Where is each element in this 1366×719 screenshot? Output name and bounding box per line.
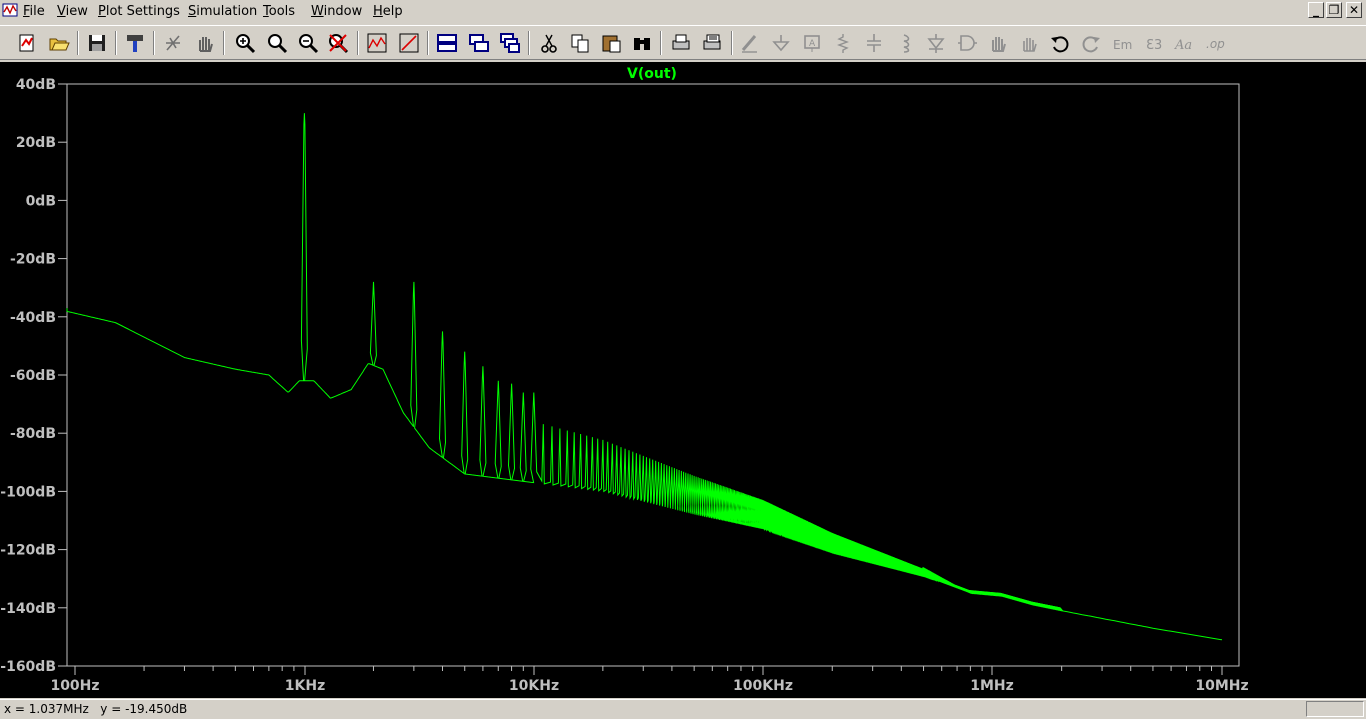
save-icon[interactable] — [84, 30, 110, 56]
zoom-out-icon[interactable] — [264, 30, 290, 56]
component-icon[interactable] — [954, 30, 980, 56]
toolbar-separator — [731, 31, 733, 55]
svg-text:Em: Em — [1113, 38, 1132, 52]
paste-icon[interactable] — [598, 30, 624, 56]
redo-icon[interactable] — [1078, 30, 1104, 56]
copy-icon[interactable] — [567, 30, 593, 56]
toolbar-separator — [77, 31, 79, 55]
x-tick-label: 10KHz — [509, 678, 559, 694]
waveform-plot-pane[interactable]: V(out) 40dB 20dB 0dB -20dB -40dB -60dB -80dB -1… — [0, 62, 1366, 698]
tile-horizontal-icon[interactable] — [434, 30, 460, 56]
toolbar-separator — [223, 31, 225, 55]
menu-plot-settings[interactable]: Plot Settings — [98, 4, 180, 20]
menu-help[interactable]: Help — [373, 4, 403, 20]
text-icon[interactable]: Aa — [1171, 30, 1197, 56]
trace-label[interactable]: V(out) — [627, 66, 677, 82]
spice-directive-icon[interactable]: .op — [1202, 30, 1228, 56]
toolbar-separator — [660, 31, 662, 55]
toolbar-separator — [427, 31, 429, 55]
menu-simulation[interactable]: Simulation — [188, 4, 257, 20]
menu-bar: File View Plot Settings Simulation Tools… — [0, 0, 1366, 24]
cut-icon[interactable] — [536, 30, 562, 56]
svg-text:Ɛ3: Ɛ3 — [1146, 38, 1162, 53]
tile-vertical-icon[interactable] — [466, 30, 492, 56]
x-readout: x = 1.037MHz — [4, 702, 89, 716]
run-simulation-icon[interactable] — [160, 30, 186, 56]
y-tick-label: 0dB — [26, 193, 56, 209]
x-tick-label: 10MHz — [1195, 678, 1248, 694]
cursor-readout: x = 1.037MHz y = -19.450dB — [4, 702, 187, 716]
toolbar: A Em Ɛ3 Aa .op — [0, 25, 1366, 60]
x-tick-label: 100KHz — [733, 678, 793, 694]
x-tick-label: 1KHz — [285, 678, 325, 694]
y-tick-label: -100dB — [0, 484, 56, 500]
diode-icon[interactable] — [923, 30, 949, 56]
y-axis-labels: 40dB 20dB 0dB -20dB -40dB -60dB -80dB -100dB -12… — [0, 77, 56, 675]
cancel-zoom-icon[interactable] — [325, 30, 351, 56]
move-icon[interactable] — [985, 30, 1011, 56]
autorange-icon[interactable] — [364, 30, 390, 56]
y-tick-label: 20dB — [16, 135, 56, 151]
toolbar-separator — [153, 31, 155, 55]
new-schematic-icon[interactable] — [14, 30, 40, 56]
trace-line — [66, 113, 1223, 641]
zoom-in-icon[interactable] — [232, 30, 258, 56]
plot-frame — [66, 83, 1240, 667]
y-tick-label: -60dB — [10, 368, 56, 384]
axis-ticks — [58, 83, 1223, 675]
menu-tools[interactable]: Tools — [263, 4, 295, 20]
x-tick-label: 100Hz — [50, 678, 99, 694]
find-icon[interactable] — [629, 30, 655, 56]
halt-hand-icon[interactable] — [192, 30, 218, 56]
undo-icon[interactable] — [1047, 30, 1073, 56]
menu-file[interactable]: File — [23, 4, 45, 20]
zoom-full-icon[interactable] — [295, 30, 321, 56]
menu-view[interactable]: View — [57, 4, 88, 20]
restore-button[interactable]: ❐ — [1326, 2, 1342, 18]
trace-v-out — [66, 113, 1223, 641]
cascade-windows-icon[interactable] — [497, 30, 523, 56]
svg-text:Aa: Aa — [1174, 38, 1192, 53]
capacitor-icon[interactable] — [861, 30, 887, 56]
status-panel — [1306, 701, 1364, 717]
resistor-icon[interactable] — [830, 30, 856, 56]
ground-icon[interactable] — [768, 30, 794, 56]
y-tick-label: 40dB — [16, 77, 56, 93]
control-panel-hammer-icon[interactable] — [122, 30, 148, 56]
y-tick-label: -120dB — [0, 543, 56, 559]
minimize-button[interactable]: _ — [1308, 2, 1324, 18]
fft-plot[interactable]: V(out) 40dB 20dB 0dB -20dB -40dB -60dB -80dB -1… — [0, 62, 1366, 698]
label-net-icon[interactable]: A — [799, 30, 825, 56]
x-tick-label: 1MHz — [970, 678, 1014, 694]
y-tick-label: -80dB — [10, 426, 56, 442]
inductor-icon[interactable] — [892, 30, 918, 56]
y-tick-label: -40dB — [10, 310, 56, 326]
close-button[interactable]: ✕ — [1346, 2, 1362, 18]
toolbar-separator — [357, 31, 359, 55]
y-tick-label: -20dB — [10, 252, 56, 268]
svg-text:A: A — [809, 39, 816, 49]
plot-settings-icon[interactable] — [396, 30, 422, 56]
toolbar-separator — [115, 31, 117, 55]
y-readout: y = -19.450dB — [100, 702, 188, 716]
print-setup-icon[interactable] — [699, 30, 725, 56]
app-waveform-icon[interactable] — [2, 2, 18, 18]
mirror-icon[interactable]: Ɛ3 — [1140, 30, 1166, 56]
open-folder-icon[interactable] — [46, 30, 72, 56]
y-tick-label: -140dB — [0, 601, 56, 617]
x-axis-labels: 100Hz 1KHz 10KHz 100KHz 1MHz 10MHz — [50, 678, 1248, 694]
print-icon[interactable] — [668, 30, 694, 56]
toolbar-separator — [528, 31, 530, 55]
svg-text:.op: .op — [1206, 37, 1225, 51]
draw-wire-icon[interactable] — [737, 30, 763, 56]
rotate-icon[interactable]: Em — [1109, 30, 1135, 56]
status-bar: x = 1.037MHz y = -19.450dB — [0, 699, 1366, 719]
y-tick-label: -160dB — [0, 659, 56, 675]
menu-window[interactable]: Window — [311, 4, 362, 20]
drag-icon[interactable] — [1016, 30, 1042, 56]
